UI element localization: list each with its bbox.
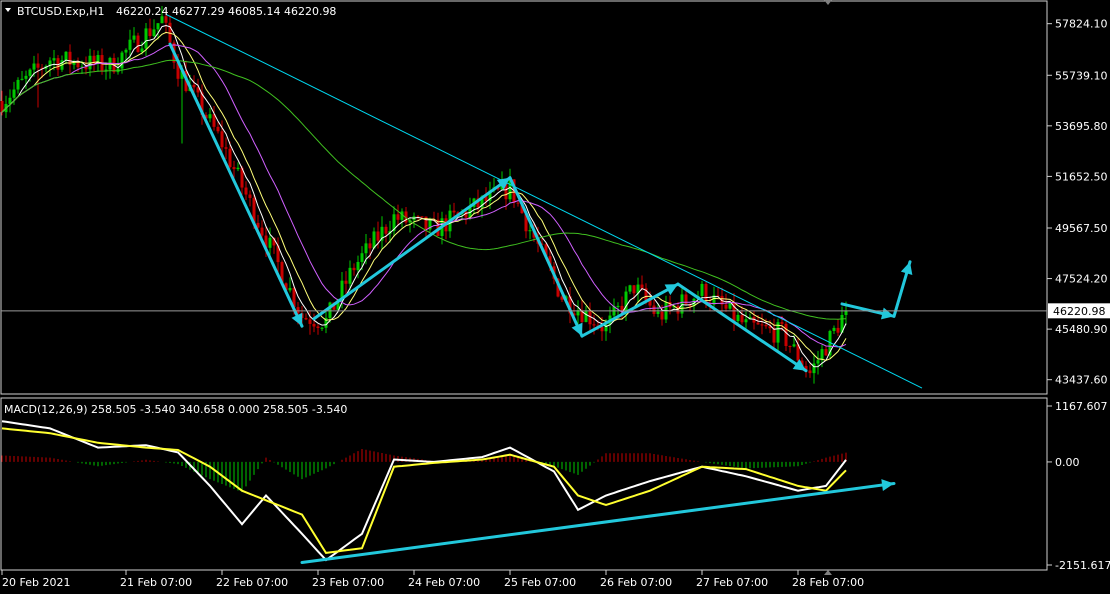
trading-chart[interactable]: 57824.10 55739.10 53695.80 51652.50 49567.50… <box>0 0 1110 594</box>
price-tick-label: 49567.50 <box>1055 222 1108 235</box>
price-tick-label: 47524.20 <box>1055 273 1108 286</box>
current-price-value: 46220.98 <box>1053 305 1106 318</box>
price-tick-label: 43437.60 <box>1055 374 1108 387</box>
macd-label: MACD(12,26,9) 258.505 -3.540 340.658 0.0… <box>4 403 347 416</box>
price-tick-label: 51652.50 <box>1055 170 1108 183</box>
time-tick-label: 26 Feb 07:00 <box>600 576 672 589</box>
time-tick-label: 23 Feb 07:00 <box>312 576 384 589</box>
time-tick-label: 20 Feb 2021 <box>2 576 70 589</box>
time-tick-label: 24 Feb 07:00 <box>408 576 480 589</box>
price-tick-label: 45480.90 <box>1055 323 1108 336</box>
time-tick-label: 28 Feb 07:00 <box>792 576 864 589</box>
price-tick-label: 55739.10 <box>1055 69 1108 82</box>
time-tick-label: 25 Feb 07:00 <box>504 576 576 589</box>
chart-background <box>0 0 1110 594</box>
macd-tick-label: 0.00 <box>1055 456 1080 469</box>
time-tick-label: 21 Feb 07:00 <box>120 576 192 589</box>
price-tick-label: 57824.10 <box>1055 18 1108 31</box>
macd-tick-label: -2151.617 <box>1055 559 1110 572</box>
time-tick-label: 27 Feb 07:00 <box>696 576 768 589</box>
price-tick-label: 53695.80 <box>1055 120 1108 133</box>
candle <box>136 32 140 53</box>
ohlc-values: 46220.24 46277.29 46085.14 46220.98 <box>116 5 336 18</box>
time-tick-label: 22 Feb 07:00 <box>216 576 288 589</box>
current-price-tag: 46220.98 <box>1048 303 1110 319</box>
symbol-label: BTCUSD.Exp,H1 <box>17 5 105 18</box>
macd-tick-label: 1167.607 <box>1055 400 1108 413</box>
